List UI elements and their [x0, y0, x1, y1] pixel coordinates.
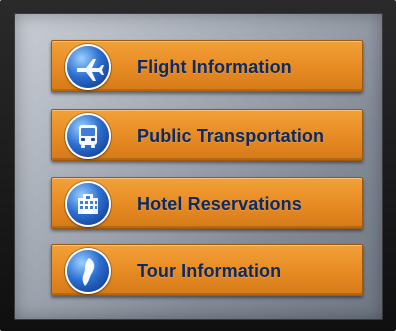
hotel-icon [67, 183, 109, 225]
menu-button-public-transportation[interactable]: Public Transportation [51, 109, 363, 161]
menu-button-label: Tour Information [137, 261, 282, 281]
menu-button-tour-information[interactable]: Tour Information [51, 244, 363, 296]
bus-icon [67, 115, 109, 157]
menu-button-label: Public Transportation [137, 126, 325, 146]
map-icon [67, 250, 109, 292]
menu-button-hotel-reservations[interactable]: Hotel Reservations [51, 177, 363, 229]
airplane-icon [67, 46, 109, 88]
menu-button-label: Hotel Reservations [137, 194, 302, 214]
menu-button-flight-information[interactable]: Flight Information [51, 40, 363, 92]
menu-button-label: Flight Information [137, 57, 292, 77]
